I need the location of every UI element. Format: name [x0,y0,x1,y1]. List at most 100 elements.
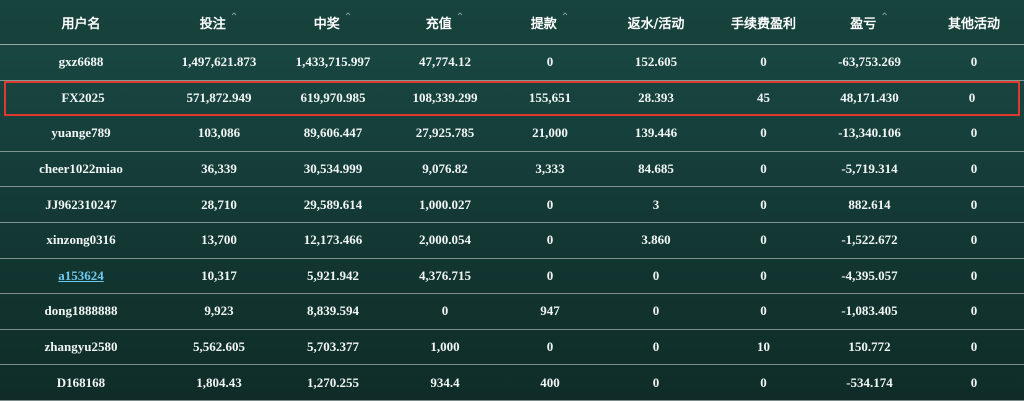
table-cell: 0 [441,303,449,319]
table-body: gxz6688 1,497,621.873 1,433,715.997 47,774.… [0,45,1024,401]
table-cell: 2,000.054 [419,232,471,248]
sort-icon[interactable]: ⌃ [344,13,352,23]
table-cell: 84.685 [638,161,674,177]
header-label: 盈亏 [850,16,877,32]
table-cell: 3,333 [535,161,565,177]
table-cell: 139.446 [634,125,678,141]
table-cell: 0 [760,54,767,70]
table-cell: 21,000 [532,125,568,141]
table-cell: -1,083.405 [841,303,898,319]
table-cell: 0 [546,232,554,248]
table-cell: 3.860 [641,232,671,248]
sort-icon[interactable]: ⌃ [880,13,888,23]
table-cell: 1,497,621.873 [181,54,257,70]
table-row: zhangyu2580 5,562.605 5,703.377 1,000 0 0 10 15… [0,330,1024,366]
table-cell: 89,606.447 [303,125,363,141]
table-cell: 152.605 [634,54,678,70]
table-cell: 45 [757,89,770,105]
header-label: 投注 [199,16,226,32]
sort-icon[interactable]: ⌃ [561,13,569,23]
header-bet[interactable]: 投注 ⌃ [162,13,276,32]
table-cell: 4,376.715 [419,267,471,283]
table-cell: 10 [757,339,770,355]
sort-icon[interactable]: ⌃ [230,13,238,23]
table-cell: 28.393 [638,89,674,105]
username-cell: gxz6688 [58,54,104,70]
username-cell: dong1888888 [44,303,118,319]
table-cell: 934.4 [430,374,460,390]
table-cell: 9,923 [204,303,234,319]
table-cell: 0 [970,339,978,355]
table-cell: 0 [760,374,767,390]
table-cell: -4,395.057 [841,267,898,283]
header-withdraw[interactable]: 提款 ⌃ [500,13,600,32]
table-cell: 1,804.43 [196,374,242,390]
table-cell: 0 [652,303,660,319]
table-cell: 0 [652,267,660,283]
header-other-activity: 其他活动 [924,13,1024,32]
table-row: D168168 1,804.43 1,270.255 934.4 400 0 0 -534.1… [0,365,1024,401]
table-cell: 0 [652,339,660,355]
table-cell: 0 [970,267,978,283]
header-rebate: 返水/活动 [600,13,712,32]
table-cell: 0 [546,54,554,70]
table-cell: 3 [652,196,660,212]
table-cell: 1,433,715.997 [295,54,371,70]
table-cell: 27,925.785 [415,125,475,141]
table-cell: 0 [968,89,976,105]
sort-icon[interactable]: ⌃ [456,13,464,23]
table-cell: 155,651 [528,89,572,105]
table-row: yuange789 103,086 89,606.447 27,925.785 21,0… [0,116,1024,152]
table-cell: 30,534.999 [303,161,363,177]
table-cell: 5,921.942 [307,267,359,283]
table-cell: 1,000.027 [419,196,471,212]
table-cell: 947 [540,303,560,319]
table-cell: -534.174 [846,374,893,390]
table-row: gxz6688 1,497,621.873 1,433,715.997 47,774.… [0,45,1024,81]
header-label: 提款 [530,16,557,32]
table-cell: 0 [546,339,554,355]
table-cell: 1,270.255 [307,374,359,390]
header-label: 充值 [425,16,452,32]
header-profit-loss[interactable]: 盈亏 ⌃ [815,13,924,32]
username-link[interactable]: a153624 [0,268,162,284]
table-cell: 0 [760,267,767,283]
header-deposit[interactable]: 充值 ⌃ [390,13,500,32]
table-cell: 5,562.605 [193,339,245,355]
username-cell: JJ962310247 [45,196,117,212]
username-cell: xinzong0316 [46,232,116,248]
table-cell: 103,086 [197,125,241,141]
username-cell: cheer1022miao [39,161,123,177]
table-cell: 0 [970,54,978,70]
table-row: dong1888888 9,923 8,839.594 0 947 0 0 -1,083.40… [0,294,1024,330]
table-cell: 0 [970,125,978,141]
table-cell: 571,872.949 [186,89,252,105]
table-cell: 0 [760,303,767,319]
table-cell: 0 [970,196,978,212]
header-label: 手续费盈利 [730,16,796,32]
table-cell: 9,076.82 [422,161,468,177]
table-cell: 0 [970,374,978,390]
table-row-highlighted: FX2025 571,872.949 619,970.985 108,339.299 1… [4,80,1020,117]
table-cell: 8,839.594 [307,303,359,319]
table-cell: 47,774.12 [419,54,471,70]
table-row: a153624 10,317 5,921.942 4,376.715 0 0 0 -4,395… [0,259,1024,295]
table-cell: 0 [760,232,767,248]
table-cell: 0 [760,161,767,177]
table-cell: 12,173.466 [303,232,363,248]
table-cell: 0 [970,232,978,248]
table-cell: 0 [970,161,978,177]
table-cell: 400 [540,374,560,390]
table-cell: 0 [546,267,554,283]
header-label: 用户名 [61,16,101,32]
table-cell: 48,171.430 [840,89,899,105]
table-cell: -5,719.314 [841,161,898,177]
table-header: 用户名 投注 ⌃ 中奖 ⌃ 充值 ⌃ 提款 ⌃ 返水/活动 手续费盈利 盈亏 ⌃ 其他活动 [0,0,1024,45]
table-cell: 108,339.299 [412,89,478,105]
table-cell: 10,317 [201,267,237,283]
table-cell: 28,710 [201,196,237,212]
header-win[interactable]: 中奖 ⌃ [276,13,390,32]
table-row: JJ962310247 28,710 29,589.614 1,000.027 0 3 0 8… [0,187,1024,223]
table-cell: 619,970.985 [300,89,366,105]
table-cell: 29,589.614 [303,196,363,212]
